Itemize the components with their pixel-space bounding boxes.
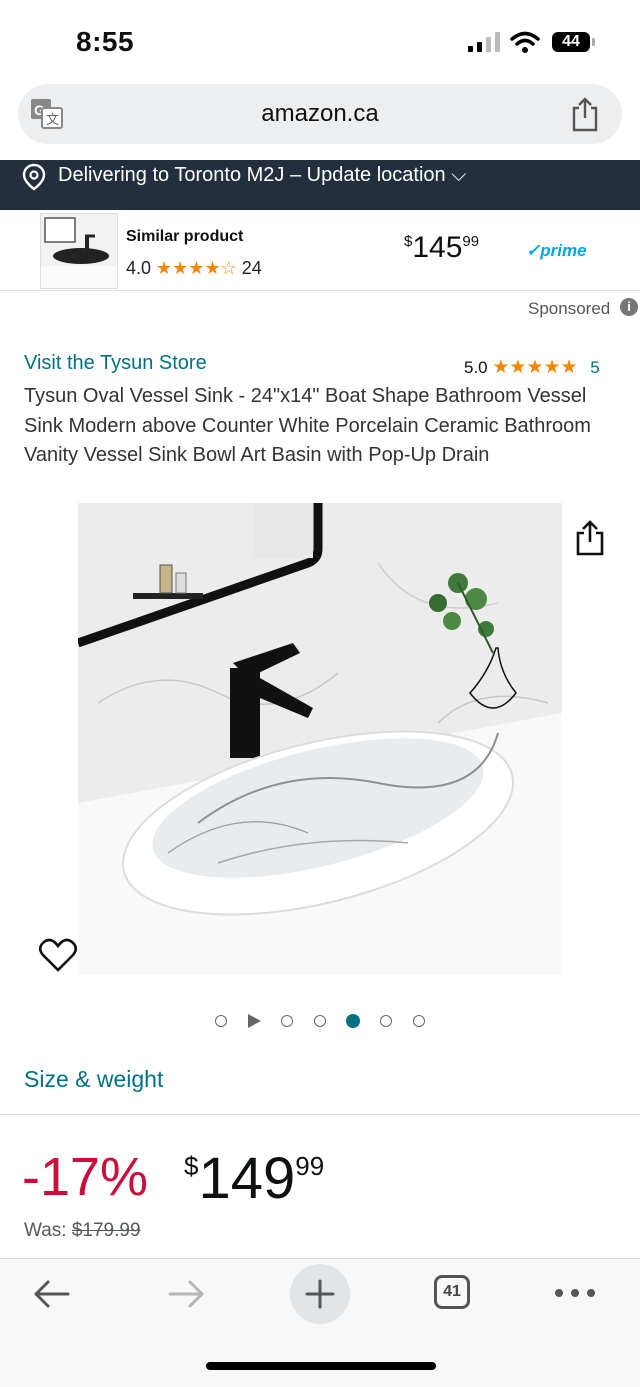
- size-weight-link[interactable]: Size & weight: [24, 1066, 163, 1093]
- prime-badge: ✓prime: [526, 241, 587, 260]
- was-price: Was: $179.99: [24, 1220, 141, 1242]
- rating-count[interactable]: 5: [590, 358, 599, 377]
- status-time: 8:55: [76, 26, 135, 57]
- price-symbol: $: [404, 233, 413, 250]
- carousel-dot[interactable]: [412, 1014, 425, 1027]
- back-arrow-icon[interactable]: [32, 1278, 72, 1310]
- divider: [0, 290, 640, 291]
- cellular-signal-icon: [468, 32, 502, 52]
- image-carousel-indicator[interactable]: [0, 1012, 640, 1034]
- carousel-dot[interactable]: [380, 1014, 393, 1027]
- review-count: 24: [241, 258, 262, 278]
- product-rating[interactable]: 5.0 ★★★★★ 5: [464, 356, 600, 379]
- location-pin-icon: [22, 163, 46, 191]
- video-play-icon[interactable]: [247, 1013, 261, 1028]
- delivery-location[interactable]: Delivering to Toronto M2J – Update locat…: [58, 163, 466, 187]
- product-image[interactable]: [78, 503, 562, 975]
- battery-icon: 44: [552, 32, 590, 52]
- sponsored-label: Sponsored: [528, 299, 611, 318]
- product-title: Tysun Oval Vessel Sink - 24"x14" Boat Sh…: [24, 385, 591, 466]
- home-indicator: [206, 1362, 436, 1370]
- divider: [0, 1114, 640, 1115]
- price-whole: 149: [198, 1146, 296, 1211]
- similar-product-thumbnail[interactable]: [40, 213, 118, 289]
- was-price-value: $179.99: [71, 1220, 141, 1241]
- rating-value: 5.0: [464, 358, 488, 377]
- similar-product-price: $14599: [404, 231, 479, 265]
- url-text[interactable]: amazon.ca: [0, 100, 640, 128]
- wifi-icon: [510, 31, 540, 53]
- carousel-dot[interactable]: [281, 1014, 294, 1027]
- store-link[interactable]: Visit the Tysun Store: [24, 352, 207, 375]
- heart-icon[interactable]: [38, 936, 78, 974]
- info-icon[interactable]: i: [620, 298, 638, 316]
- similar-product-rating: 4.0 ★★★★☆ 24: [126, 258, 262, 279]
- price-fraction: 99: [295, 1151, 325, 1181]
- carousel-dot[interactable]: [215, 1014, 228, 1027]
- price-whole: 145: [412, 231, 463, 264]
- carousel-dot-active[interactable]: [345, 1013, 360, 1028]
- plus-icon[interactable]: [304, 1278, 336, 1310]
- similar-product-label[interactable]: Similar product: [126, 228, 243, 246]
- rating-stars-icon: ★★★★★: [492, 357, 578, 378]
- discount-percent: -17%: [22, 1147, 149, 1207]
- price-fraction: 99: [462, 233, 480, 250]
- price-symbol: $: [184, 1151, 199, 1181]
- battery-tip: [592, 38, 595, 46]
- share-image-icon[interactable]: [574, 520, 606, 556]
- was-label: Was:: [24, 1220, 67, 1241]
- rating-stars-icon: ★★★★☆: [156, 258, 237, 278]
- product-price: $14999: [184, 1145, 324, 1212]
- rating-value: 4.0: [126, 258, 152, 278]
- tabs-count-button[interactable]: 41: [434, 1275, 470, 1309]
- forward-arrow-icon[interactable]: [166, 1278, 206, 1310]
- carousel-dot[interactable]: [313, 1014, 326, 1027]
- share-icon[interactable]: [570, 96, 600, 132]
- more-options-icon[interactable]: [554, 1286, 596, 1300]
